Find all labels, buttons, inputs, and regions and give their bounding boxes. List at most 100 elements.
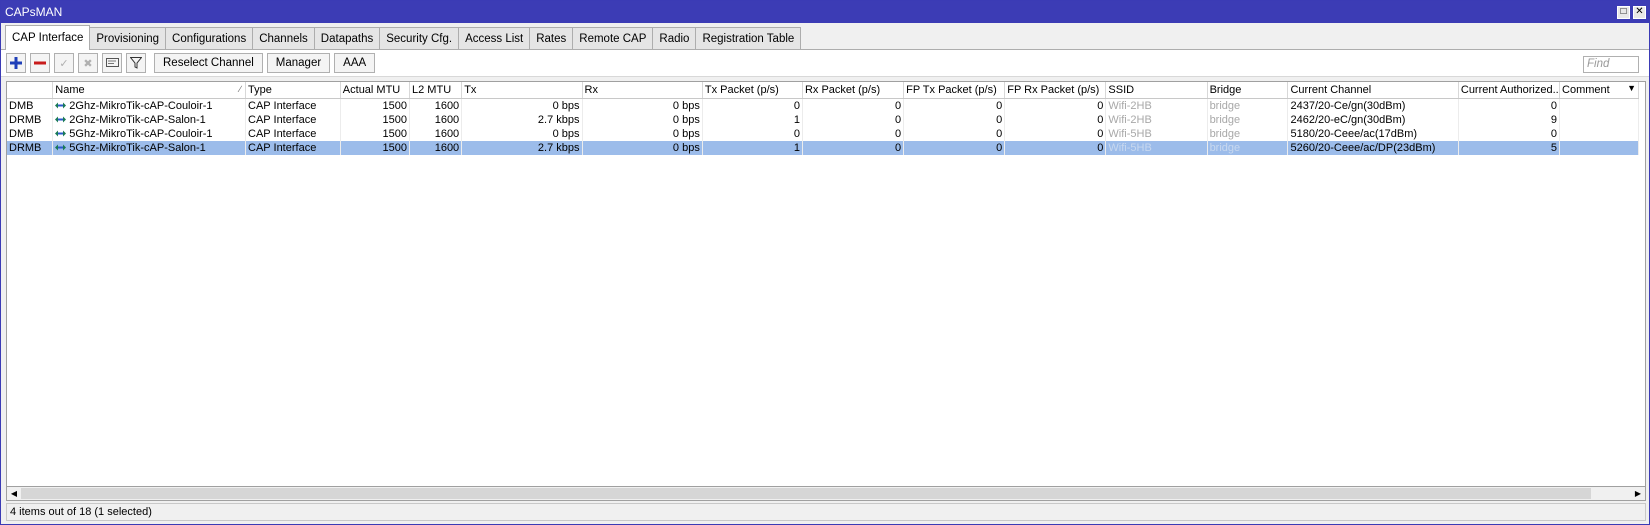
cell-type: CAP Interface [245,113,341,127]
status-text: 4 items out of 18 (1 selected) [10,506,152,518]
cell-ssid: Wifi-2HB [1105,113,1208,127]
column-header[interactable]: Rx [582,82,703,99]
interface-name: 5Ghz-MikroTik-cAP-Couloir-1 [69,128,213,140]
status-bar: 4 items out of 18 (1 selected) [6,503,1646,521]
remove-icon[interactable] [30,53,50,73]
cell-flags: DMB [7,127,54,141]
tab-configurations[interactable]: Configurations [165,27,254,49]
cell-flags: DRMB [7,113,54,127]
cell-name: 5Ghz-MikroTik-cAP-Couloir-1 [52,127,247,141]
cell-comment [1559,127,1639,141]
tab-access-list[interactable]: Access List [458,27,531,49]
filter-icon[interactable] [126,53,146,73]
cell-authorized: 5 [1458,141,1561,155]
interface-name: 2Ghz-MikroTik-cAP-Salon-1 [69,114,206,126]
tab-provisioning[interactable]: Provisioning [89,27,167,49]
column-header[interactable]: L2 MTU [409,82,463,99]
cell-tx-packet: 0 [702,98,803,113]
cell-rx-packet: 0 [802,141,905,155]
find-input[interactable]: Find [1583,56,1639,73]
cell-ssid: Wifi-2HB [1105,98,1208,113]
cell-rx: 0 bps [582,141,703,155]
add-icon[interactable] [6,53,26,73]
cap-interface-icon [55,116,67,123]
maximize-icon[interactable]: □ [1617,5,1630,19]
cell-comment [1559,113,1639,127]
table-row[interactable]: DRMB 2Ghz-MikroTik-cAP-Salon-1 CAP Interfa… [7,113,1639,127]
column-header[interactable]: Current Channel [1287,82,1459,99]
column-header[interactable]: Actual MTU [340,82,411,99]
interface-name: 2Ghz-MikroTik-cAP-Couloir-1 [69,100,213,112]
cell-rx-packet: 0 [802,113,905,127]
table-row[interactable]: DMB 2Ghz-MikroTik-cAP-Couloir-1 CAP Interf… [7,98,1639,113]
window-title: CAPsMAN [5,5,63,19]
column-header[interactable]: SSID [1105,82,1208,99]
tab-registration-table[interactable]: Registration Table [695,27,802,49]
cell-type: CAP Interface [245,127,341,141]
cell-actual-mtu: 1500 [340,141,411,155]
cell-bridge: bridge [1207,141,1289,155]
tab-radio[interactable]: Radio [652,27,697,49]
column-header[interactable]: FP Rx Packet (p/s) [1004,82,1107,99]
cell-tx: 0 bps [461,127,583,141]
cell-fp-tx: 0 [903,127,1006,141]
table-row[interactable]: DRMB 5Ghz-MikroTik-cAP-Salon-1 CAP Interfa… [7,141,1639,155]
disable-icon[interactable]: ✖ [78,53,98,73]
horizontal-scrollbar[interactable]: ◀ ▶ [6,487,1646,501]
cell-flags: DRMB [7,141,54,155]
tab-bar: CAP Interface Provisioning Configurations C… [1,23,1649,50]
cell-channel: 5180/20-Ceee/ac(17dBm) [1287,127,1459,141]
tab-channels[interactable]: Channels [252,27,315,49]
cell-fp-rx: 0 [1004,113,1107,127]
cell-authorized: 0 [1458,127,1561,141]
column-header[interactable] [7,82,54,99]
sort-icon: ∕ [239,84,242,94]
cell-authorized: 9 [1458,113,1561,127]
cell-l2-mtu: 1600 [409,127,463,141]
tab-remote-cap[interactable]: Remote CAP [572,27,654,49]
column-menu-icon[interactable]: ▼ [1627,83,1636,93]
aaa-button[interactable]: AAA [334,53,376,73]
cell-fp-rx: 0 [1004,98,1107,113]
scroll-right-icon[interactable]: ▶ [1631,487,1645,499]
cell-channel: 5260/20-Ceee/ac/DP(23dBm) [1287,141,1459,155]
scroll-left-icon[interactable]: ◀ [7,487,21,499]
cell-l2-mtu: 1600 [409,141,463,155]
column-header[interactable]: Current Authorized... [1458,82,1561,99]
toolbar: ✓ ✖ Reselect Channel Manager AAA [1,50,1649,77]
cell-fp-tx: 0 [903,98,1006,113]
cell-type: CAP Interface [245,98,341,113]
tab-datapaths[interactable]: Datapaths [313,27,381,49]
column-header[interactable]: Tx [461,82,583,99]
column-header[interactable]: FP Tx Packet (p/s) [903,82,1006,99]
reselect-channel-button[interactable]: Reselect Channel [154,53,263,73]
enable-icon[interactable]: ✓ [54,53,74,73]
cell-ssid: Wifi-5HB [1105,127,1208,141]
comment-icon[interactable] [102,53,122,73]
cell-name: 2Ghz-MikroTik-cAP-Salon-1 [52,113,247,127]
cell-fp-tx: 0 [903,113,1006,127]
column-header[interactable]: Rx Packet (p/s) [802,82,905,99]
cell-fp-rx: 0 [1004,141,1107,155]
cell-rx-packet: 0 [802,127,905,141]
cap-interface-icon [55,130,67,137]
column-header[interactable]: Comment ▼ [1559,82,1639,99]
tab-rates[interactable]: Rates [529,27,574,49]
tab-security-cfg[interactable]: Security Cfg. [379,27,460,49]
column-header[interactable]: Name ∕ [52,82,247,99]
column-header[interactable]: Tx Packet (p/s) [702,82,803,99]
column-header[interactable]: Type [245,82,341,99]
column-header[interactable]: Bridge [1207,82,1289,99]
interface-name: 5Ghz-MikroTik-cAP-Salon-1 [69,142,206,154]
cell-tx: 0 bps [461,98,583,113]
scrollbar-thumb[interactable] [21,488,1591,499]
cell-tx: 2.7 kbps [461,141,583,155]
cell-actual-mtu: 1500 [340,113,411,127]
table-row[interactable]: DMB 5Ghz-MikroTik-cAP-Couloir-1 CAP Interf… [7,127,1639,141]
close-icon[interactable]: ✕ [1633,5,1646,19]
cell-comment [1559,141,1639,155]
tab-cap-interface[interactable]: CAP Interface [5,25,91,50]
manager-button[interactable]: Manager [266,53,331,73]
cell-bridge: bridge [1207,98,1289,113]
cell-actual-mtu: 1500 [340,98,411,113]
